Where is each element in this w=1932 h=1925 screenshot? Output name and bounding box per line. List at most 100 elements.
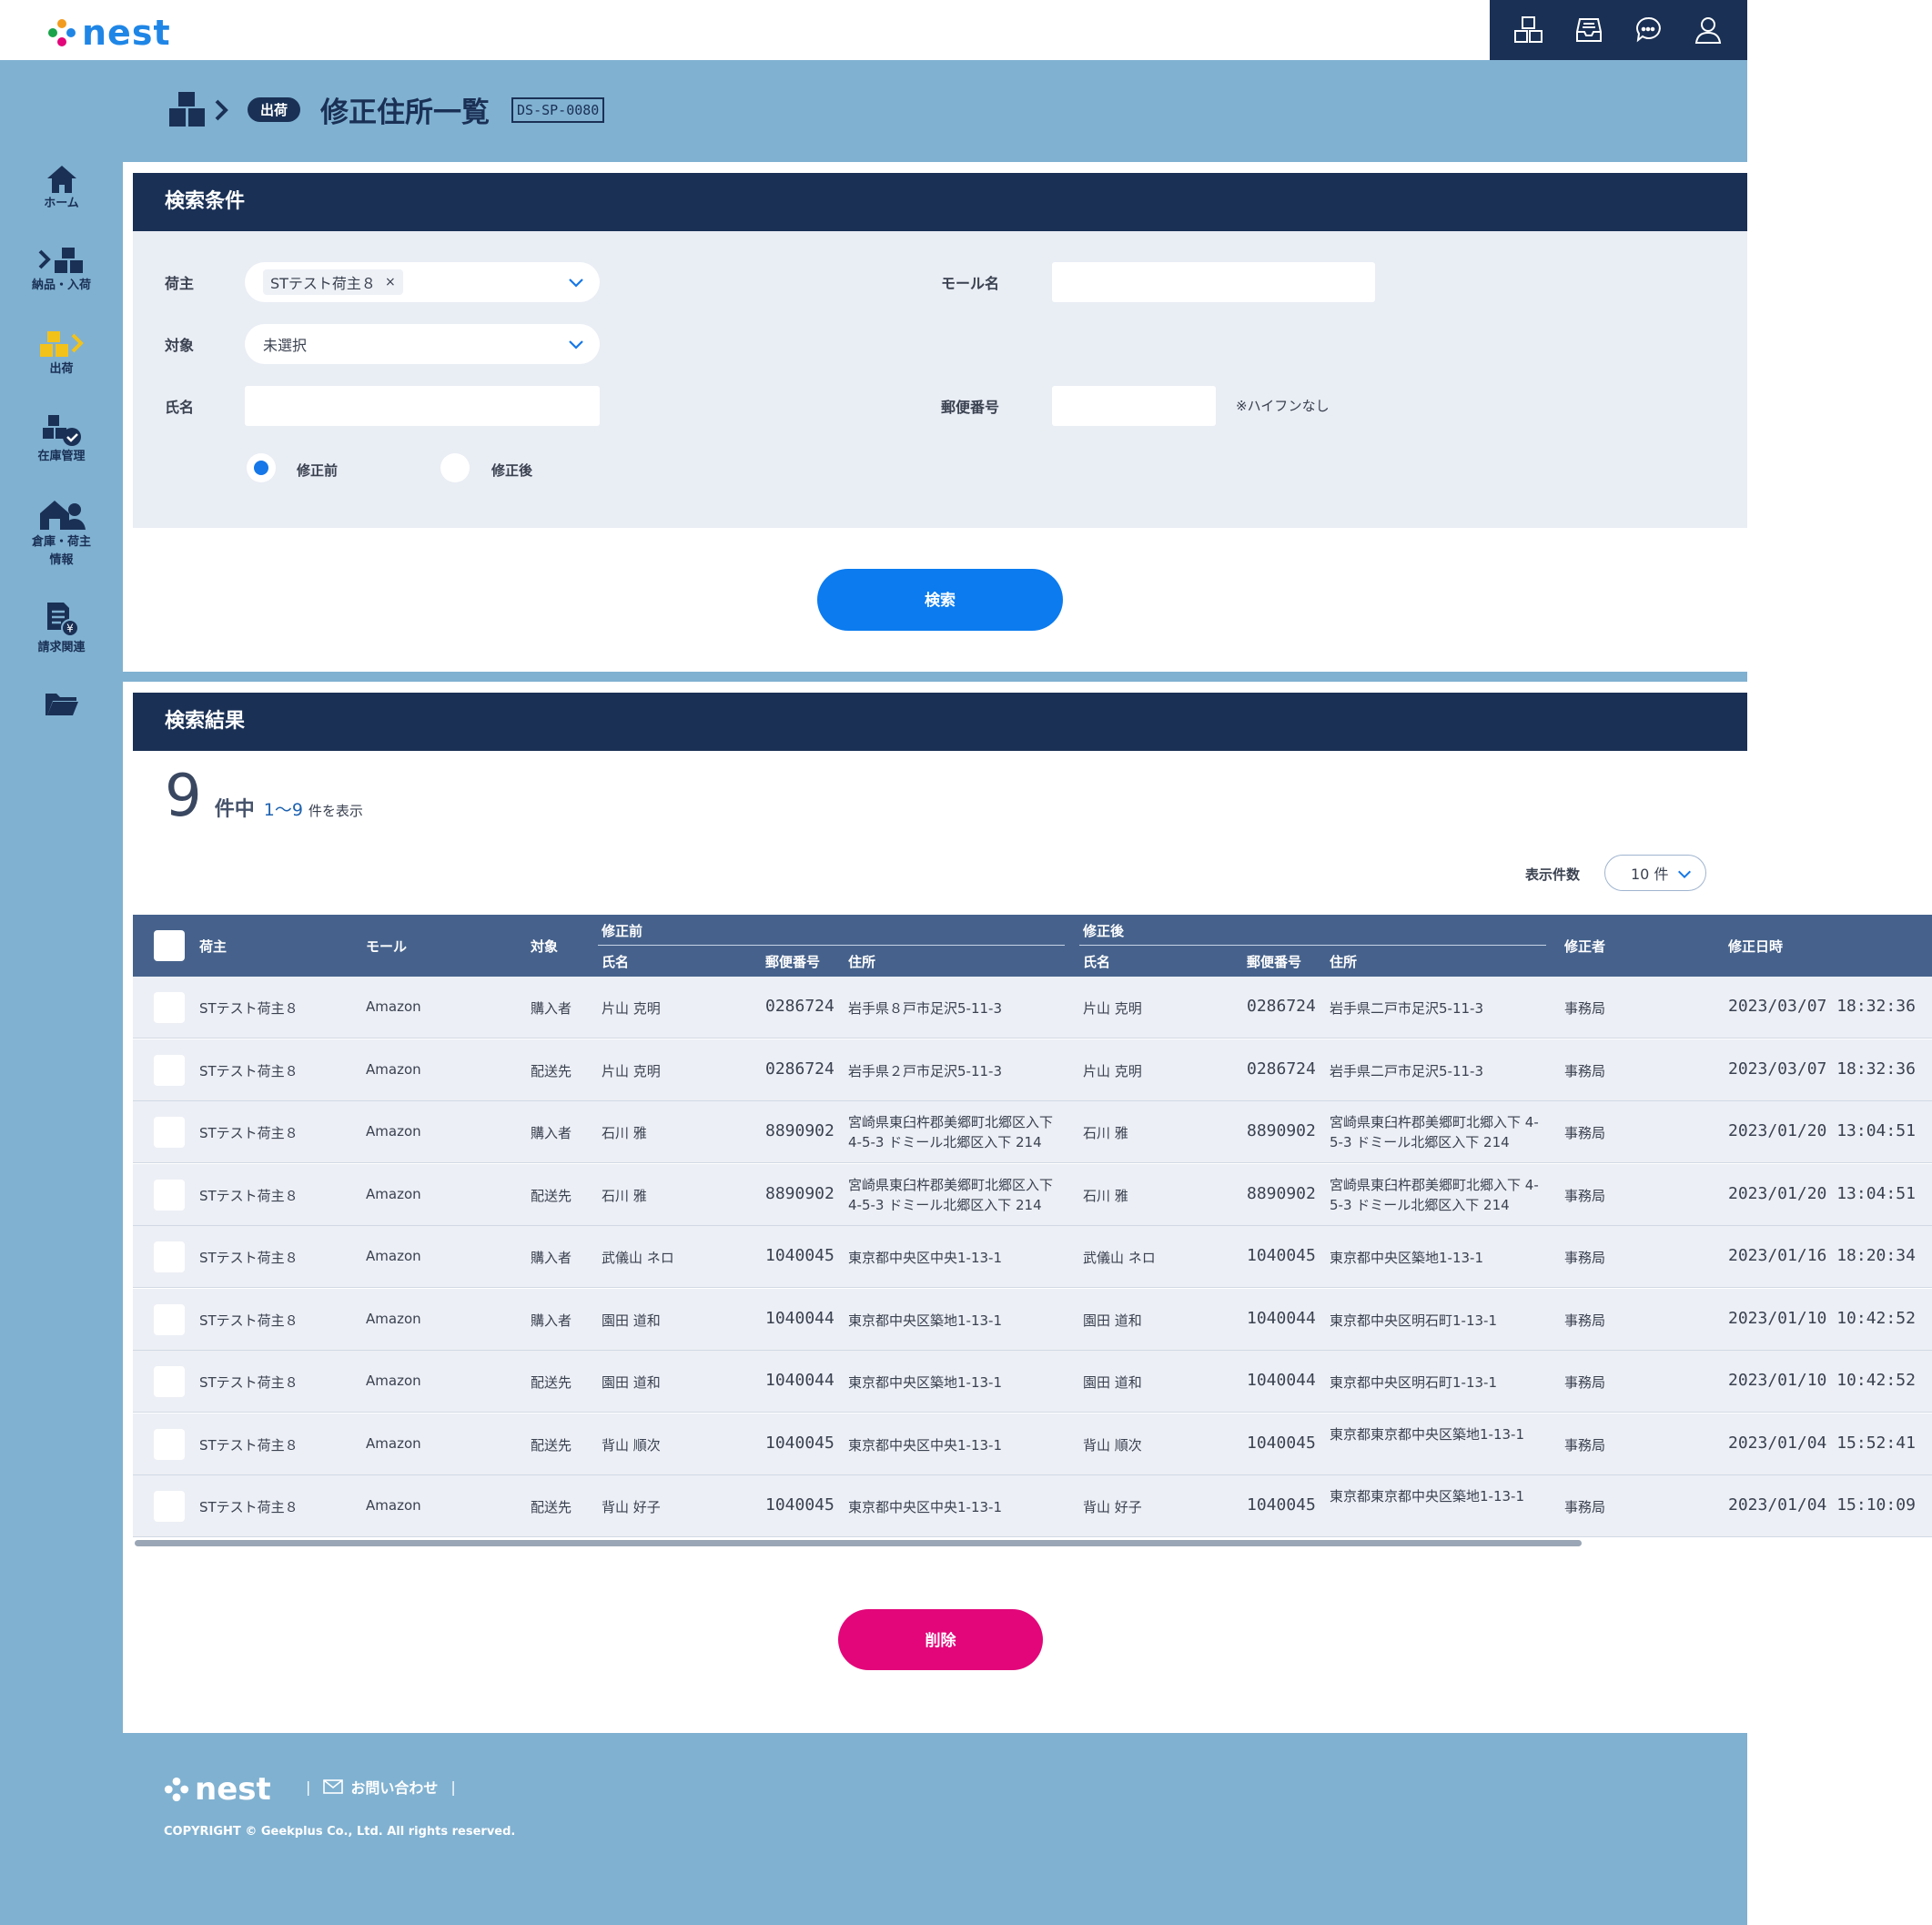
row-checkbox[interactable] [154, 1179, 185, 1211]
sidebar-item-label: ホーム [44, 197, 79, 210]
delete-button[interactable]: 削除 [838, 1609, 1043, 1670]
cell-a-postal: 8890902 [1247, 1121, 1316, 1140]
cell-target: 配送先 [531, 1499, 572, 1515]
postal-input[interactable] [1052, 386, 1216, 426]
result-total: 9 [165, 763, 202, 830]
section-badge[interactable]: 出荷 [248, 97, 301, 122]
col-before-address[interactable]: 住所 [848, 952, 875, 971]
col-before-postal[interactable]: 郵便番号 [765, 952, 820, 971]
chip-remove-icon[interactable]: × [385, 275, 396, 289]
cell-a-name: 園田 道和 [1083, 1374, 1142, 1391]
col-shipper[interactable]: 荷主 [199, 937, 227, 956]
col-target[interactable]: 対象 [531, 937, 558, 956]
cell-b-name: 片山 克明 [602, 1000, 661, 1017]
header-divider [598, 945, 1065, 946]
cell-a-addr: 宮崎県東臼杵郡美郷町北郷入下 4-5-3 ドミール北郷区入下 214 [1330, 1176, 1539, 1213]
col-mall[interactable]: モール [366, 937, 407, 956]
radio-after[interactable] [440, 453, 470, 482]
app-logo[interactable]: nest [47, 13, 171, 53]
cell-a-postal: 1040045 [1247, 1246, 1316, 1265]
col-after-postal[interactable]: 郵便番号 [1247, 952, 1301, 971]
sidebar-item-inventory[interactable]: 在庫管理 [0, 411, 123, 466]
shipper-chip-label: STテスト荷主８ [270, 275, 376, 292]
target-select[interactable]: 未選択 [245, 324, 600, 364]
table-row[interactable]: STテスト荷主８ Amazon 購入者 園田 道和 1040044 東京都中央区築地1-1… [133, 1288, 1932, 1351]
sidebar-item-billing[interactable]: ¥ 請求関連 [0, 601, 123, 657]
logo-text: nest [82, 13, 171, 53]
cell-a-postal: 1040044 [1247, 1371, 1316, 1390]
sidebar-item-warehouse[interactable]: 倉庫・荷主 情報 [0, 497, 123, 570]
cell-b-postal: 1040044 [765, 1371, 835, 1390]
breadcrumb: 出荷 修正住所一覧 DS-SP-0080 [167, 89, 605, 130]
table-row[interactable]: STテスト荷主８ Amazon 購入者 武儀山 ネロ 1040045 東京都中央区中央1-… [133, 1226, 1932, 1288]
contact-link-label: お問い合わせ [350, 1779, 439, 1797]
table-row[interactable]: STテスト荷主８ Amazon 購入者 石川 雅 8890902 宮崎県東臼杵郡美郷町北郷… [133, 1101, 1932, 1163]
cell-mall: Amazon [366, 1373, 421, 1389]
sidebar-item-label: 在庫管理 [37, 450, 86, 463]
row-checkbox[interactable] [154, 1117, 185, 1148]
cell-a-postal: 0286724 [1247, 1059, 1316, 1079]
cell-b-postal: 1040045 [765, 1495, 835, 1515]
cell-a-name: 背山 好子 [1083, 1499, 1142, 1515]
footer-logo-text: nest [195, 1771, 271, 1808]
radio-after-label: 修正後 [491, 462, 533, 479]
row-checkbox[interactable] [154, 1491, 185, 1522]
select-all-checkbox[interactable] [154, 930, 185, 961]
cell-b-addr: 東京都中央区築地1-13-1 [848, 1312, 1002, 1329]
cell-target: 配送先 [531, 1062, 572, 1079]
search-form: 荷主 STテスト荷主８ × モール名 対象 未選択 氏名 郵便番号 ※ハイフンな… [133, 231, 1747, 528]
table-row[interactable]: STテスト荷主８ Amazon 配送先 園田 道和 1040044 東京都中央区築地1-1… [133, 1351, 1932, 1413]
sidebar-item-files[interactable] [0, 690, 123, 717]
row-checkbox[interactable] [154, 992, 185, 1023]
footer-logo[interactable]: nest [164, 1771, 271, 1808]
col-before-name[interactable]: 氏名 [602, 952, 629, 971]
chevron-down-icon [569, 279, 583, 288]
boxes-icon[interactable] [1511, 12, 1547, 48]
table-row[interactable]: STテスト荷主８ Amazon 配送先 背山 順次 1040045 東京都中央区中央1-1… [133, 1413, 1932, 1475]
per-page-select[interactable]: 10 件 [1604, 855, 1706, 891]
cell-shipper: STテスト荷主８ [199, 1499, 298, 1515]
table-row[interactable]: STテスト荷主８ Amazon 配送先 片山 克明 0286724 岩手県２戸市足沢5-1… [133, 1038, 1932, 1101]
cell-a-addr: 岩手県二戸市足沢5-11-3 [1330, 1000, 1483, 1017]
cell-editor: 事務局 [1564, 1374, 1606, 1391]
cell-target: 購入者 [531, 1250, 572, 1266]
sidebar-item-outbound[interactable]: 出荷 [0, 329, 123, 379]
row-checkbox[interactable] [154, 1366, 185, 1397]
horizontal-scrollbar[interactable] [135, 1540, 1582, 1546]
row-checkbox[interactable] [154, 1303, 185, 1335]
cell-a-addr: 宮崎県東臼杵郡美郷町北郷入下 4-5-3 ドミール北郷区入下 214 [1330, 1114, 1539, 1150]
table-row[interactable]: STテスト荷主８ Amazon 購入者 片山 克明 0286724 岩手県８戸市足沢5-1… [133, 977, 1932, 1038]
cell-editor: 事務局 [1564, 1000, 1606, 1017]
name-label: 氏名 [165, 399, 195, 416]
cell-target: 配送先 [531, 1436, 572, 1454]
user-icon[interactable] [1690, 12, 1726, 48]
col-after-name[interactable]: 氏名 [1083, 952, 1110, 971]
row-checkbox[interactable] [154, 1428, 185, 1460]
row-checkbox[interactable] [154, 1054, 185, 1086]
footer-separator: | [450, 1778, 456, 1796]
cell-edited-at: 2023/01/16 18:20:34 [1728, 1246, 1916, 1265]
col-edited-at[interactable]: 修正日時 [1728, 937, 1783, 956]
col-editor[interactable]: 修正者 [1564, 937, 1605, 956]
inbox-icon[interactable] [1571, 12, 1607, 48]
cell-a-name: 背山 順次 [1083, 1436, 1142, 1454]
chevron-down-icon [569, 340, 583, 350]
shipper-label: 荷主 [165, 275, 195, 292]
table-row[interactable]: STテスト荷主８ Amazon 配送先 石川 雅 8890902 宮崎県東臼杵郡美郷町北郷… [133, 1163, 1932, 1226]
cell-a-addr: 東京都中央区明石町1-13-1 [1330, 1312, 1497, 1329]
per-page-value: 10 件 [1631, 866, 1669, 883]
row-checkbox[interactable] [154, 1241, 185, 1272]
name-input[interactable] [245, 386, 600, 426]
sidebar-item-inbound[interactable]: 納品・入荷 [0, 246, 123, 295]
table-row[interactable]: STテスト荷主８ Amazon 配送先 背山 好子 1040045 東京都中央区中央1-1… [133, 1475, 1932, 1537]
sidebar-item-home[interactable]: ホーム [0, 164, 123, 213]
shipper-select[interactable]: STテスト荷主８ × [245, 262, 600, 302]
mall-input[interactable] [1052, 262, 1375, 302]
search-button[interactable]: 検索 [817, 569, 1063, 631]
contact-link[interactable]: お問い合わせ [323, 1776, 438, 1798]
col-after-address[interactable]: 住所 [1330, 952, 1357, 971]
cell-editor: 事務局 [1564, 1187, 1606, 1204]
chat-icon[interactable] [1630, 12, 1666, 48]
cell-edited-at: 2023/01/20 13:04:51 [1728, 1121, 1916, 1140]
radio-before[interactable] [247, 453, 276, 482]
